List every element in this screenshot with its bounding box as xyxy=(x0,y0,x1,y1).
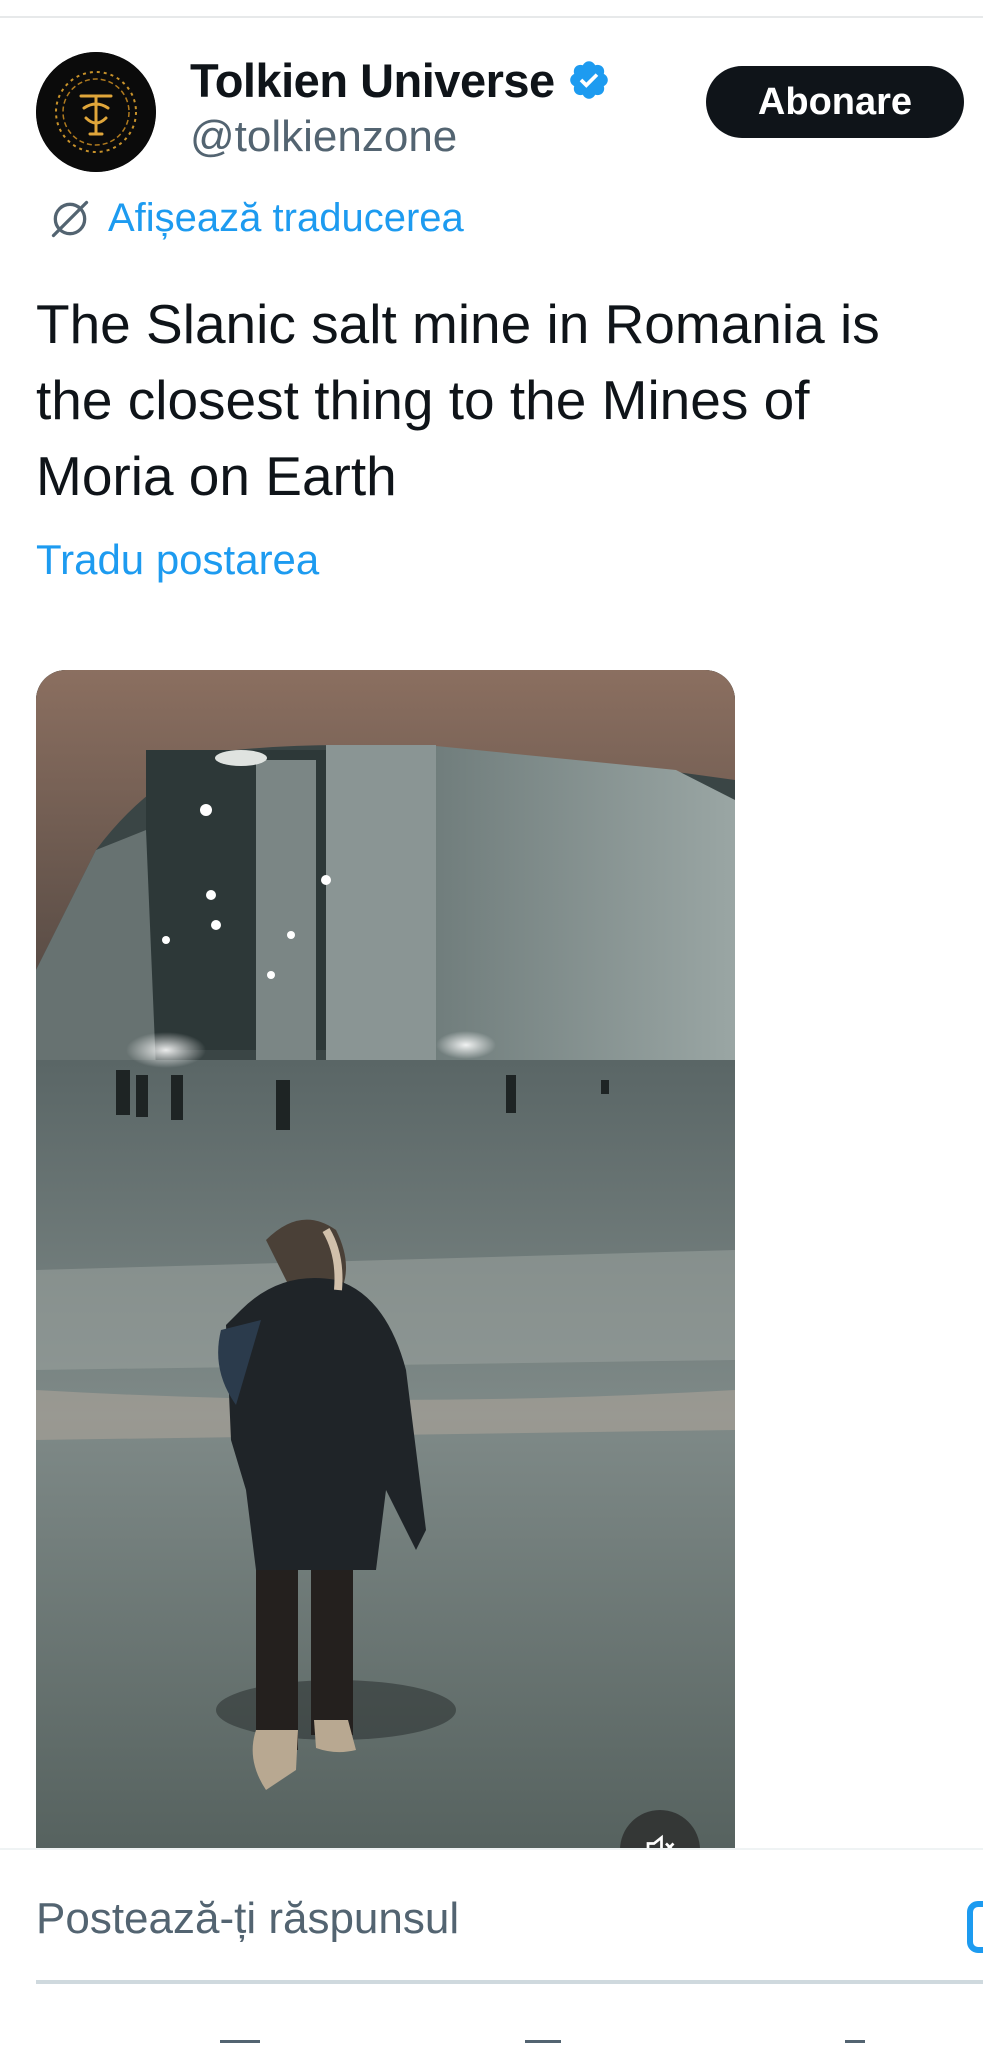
reply-action-icon[interactable] xyxy=(220,2040,260,2051)
author-avatar[interactable] xyxy=(36,52,156,172)
reply-input[interactable]: Postează-ți răspunsul xyxy=(36,1894,459,1944)
reply-composer: Postează-ți răspunsul xyxy=(0,1848,983,2048)
author-display-name[interactable]: Tolkien Universe xyxy=(190,53,555,108)
action-bar-partial xyxy=(0,2026,983,2050)
show-translation-link[interactable]: Afișează traducerea xyxy=(48,196,464,241)
subscribe-button[interactable]: Abonare xyxy=(706,66,964,138)
globe-slash-icon xyxy=(51,200,89,237)
translate-post-link[interactable]: Tradu postarea xyxy=(36,536,319,584)
author-name-row[interactable]: Tolkien Universe xyxy=(190,52,611,108)
verified-badge-icon xyxy=(569,61,608,99)
image-icon[interactable] xyxy=(966,1900,983,1954)
video-frame xyxy=(36,670,735,1850)
post-text: The Slanic salt mine in Romania is the c… xyxy=(36,293,880,507)
top-divider xyxy=(0,0,983,18)
like-action-icon[interactable] xyxy=(845,2040,865,2051)
retweet-action-icon[interactable] xyxy=(525,2040,561,2051)
author-handle[interactable]: @tolkienzone xyxy=(190,112,457,162)
post-video[interactable] xyxy=(36,670,735,1850)
show-translation-label[interactable]: Afișează traducerea xyxy=(108,196,464,241)
one-ring-emblem-icon xyxy=(36,52,156,172)
reply-input-underline xyxy=(36,1980,983,1984)
